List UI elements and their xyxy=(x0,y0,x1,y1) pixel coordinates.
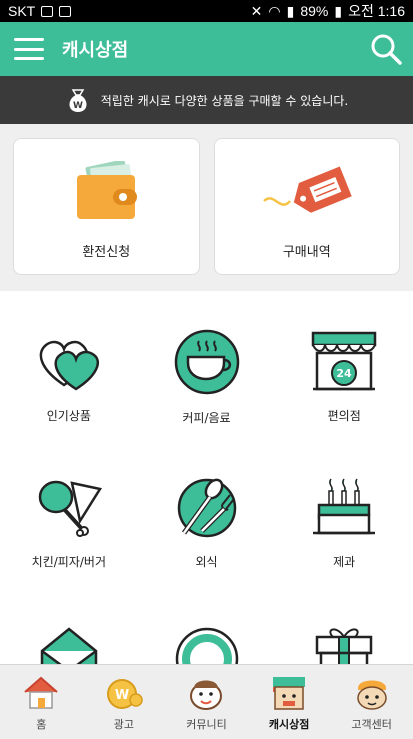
category-label: 인기상품 xyxy=(46,409,91,423)
battery-level: 89% xyxy=(300,3,329,19)
exchange-request-card[interactable]: 환전신청 xyxy=(13,138,200,275)
menu-icon[interactable] xyxy=(14,38,44,60)
file-icon xyxy=(59,5,72,17)
category-dining[interactable]: 외식 xyxy=(138,457,276,603)
money-bag-icon: W xyxy=(69,89,87,112)
nav-label: 캐시상점 xyxy=(268,718,310,731)
support-character-icon xyxy=(356,680,387,710)
purchase-history-label: 구매내역 xyxy=(282,245,331,260)
category-popular[interactable]: 인기상품 xyxy=(0,311,138,457)
nav-cash-shop[interactable]: 캐시상점 xyxy=(248,665,331,739)
fork-spoon-icon xyxy=(177,478,236,538)
house-icon xyxy=(24,676,58,709)
exchange-request-label: 환전신청 xyxy=(82,245,131,260)
category-coffee[interactable]: 커피/음료 xyxy=(138,311,276,457)
svg-text:W: W xyxy=(115,688,129,703)
wifi-icon: ◠ xyxy=(268,2,281,19)
notice-text: 적립한 캐시로 다양한 상품을 구매할 수 있습니다. xyxy=(100,93,349,108)
search-icon[interactable] xyxy=(369,32,403,66)
clock: 오전 1:16 xyxy=(348,3,405,19)
coin-icon: W xyxy=(106,679,143,709)
category-label: 외식 xyxy=(195,555,218,569)
nav-ads[interactable]: W 광고 xyxy=(83,665,166,739)
category-partial-gift[interactable] xyxy=(275,603,413,671)
category-label: 커피/음료 xyxy=(182,411,231,425)
nav-community[interactable]: 커뮤니티 xyxy=(165,665,248,739)
category-label: 제과 xyxy=(333,555,356,569)
signal-icon: ▮ xyxy=(286,2,295,19)
purchase-history-card[interactable]: 구매내역 xyxy=(213,138,400,275)
page-title: 캐시상점 xyxy=(62,40,129,61)
cake-icon xyxy=(313,478,376,535)
carrier-label: SKT xyxy=(8,3,36,19)
nav-label: 홈 xyxy=(36,718,47,731)
category-bakery[interactable]: 제과 xyxy=(275,457,413,603)
category-partial-plate[interactable] xyxy=(138,603,276,671)
shop-character-icon xyxy=(273,677,306,710)
svg-text:24: 24 xyxy=(337,367,353,380)
coffee-cup-icon xyxy=(174,329,239,395)
status-bar: SKT ✕ ◠ ▮ 89% ▮ 오전 1:16 xyxy=(0,0,413,22)
category-chicken-pizza-burger[interactable]: 치킨/피자/버거 xyxy=(0,457,138,603)
svg-text:W: W xyxy=(73,101,83,111)
bottom-nav: 홈 W 광고 커뮤니티 캐시상점 고객센터 xyxy=(0,664,413,739)
category-label: 치킨/피자/버거 xyxy=(31,555,106,569)
category-partial-envelope[interactable] xyxy=(0,603,138,671)
nav-home[interactable]: 홈 xyxy=(0,665,83,739)
mute-icon: ✕ xyxy=(250,2,263,19)
category-convenience-store[interactable]: 24 편의점 xyxy=(275,311,413,457)
notice-banner: W 적립한 캐시로 다양한 상품을 구매할 수 있습니다. xyxy=(0,76,413,124)
category-grid: 인기상품 커피/음료 24 편의점 치킨/피자/버거 외식 제과 xyxy=(0,291,413,671)
gallery-icon xyxy=(41,5,54,17)
tag-icon xyxy=(262,166,352,213)
community-character-icon xyxy=(190,680,223,710)
battery-icon: ▮ xyxy=(334,2,343,19)
convenience-store-icon: 24 xyxy=(311,331,377,391)
top-cards: 환전신청 구매내역 xyxy=(0,124,413,291)
category-label: 편의점 xyxy=(327,409,361,423)
wallet-icon xyxy=(77,161,138,219)
app-bar: 캐시상점 xyxy=(0,22,413,76)
nav-label: 고객센터 xyxy=(351,718,392,731)
nav-customer-center[interactable]: 고객센터 xyxy=(330,665,413,739)
hearts-icon xyxy=(39,340,99,391)
nav-label: 광고 xyxy=(113,718,135,731)
chicken-pizza-icon xyxy=(38,480,102,537)
nav-label: 커뮤니티 xyxy=(186,718,227,731)
